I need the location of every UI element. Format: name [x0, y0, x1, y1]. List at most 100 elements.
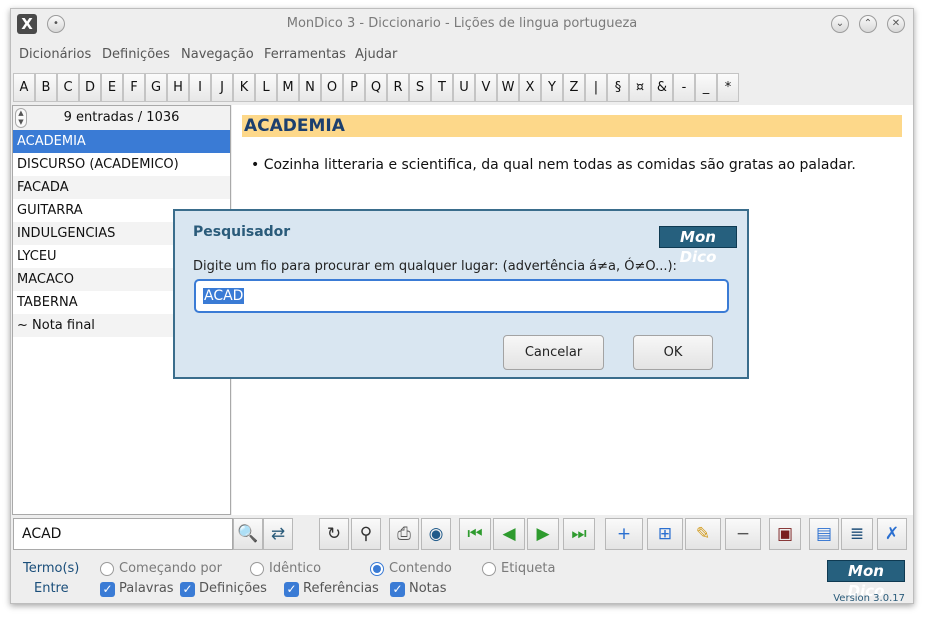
- letter-button[interactable]: Q: [365, 73, 387, 102]
- dictionary-button[interactable]: ▤: [809, 518, 839, 550]
- entry-count: 9 entradas / 1036: [63, 110, 180, 125]
- check-referencias[interactable]: ✓: [284, 582, 299, 597]
- letter-button[interactable]: *: [717, 73, 739, 102]
- edit-entry-button[interactable]: ⊞: [647, 518, 683, 550]
- books-icon: ≣: [849, 524, 865, 544]
- check-label: Palavras: [119, 581, 174, 596]
- radio-label: Começando por: [119, 561, 222, 576]
- close-button[interactable]: ✕: [887, 15, 905, 33]
- menu-bar: Dicionários Definições Navegação Ferrame…: [11, 45, 913, 67]
- letter-button[interactable]: Z: [563, 73, 585, 102]
- letter-button[interactable]: &: [651, 73, 673, 102]
- menu-navegacao[interactable]: Navegação: [181, 47, 254, 62]
- first-button[interactable]: ⏮: [459, 518, 491, 550]
- printer-icon: ⎙: [397, 524, 411, 544]
- add-button[interactable]: +: [605, 518, 643, 550]
- letter-button[interactable]: ¤: [629, 73, 651, 102]
- radio-label: Etiqueta: [501, 561, 556, 576]
- version-label: Version 3.0.17: [833, 593, 905, 604]
- globe-button[interactable]: ◉: [421, 518, 451, 550]
- remove-icon: −: [735, 524, 751, 544]
- ok-button[interactable]: OK: [633, 335, 713, 370]
- magnifier-button[interactable]: ⚲: [351, 518, 381, 550]
- letter-button[interactable]: N: [299, 73, 321, 102]
- reload-icon: ↻: [326, 524, 342, 544]
- check-label: Notas: [409, 581, 447, 596]
- menu-ajudar[interactable]: Ajudar: [355, 47, 397, 62]
- menu-definicoes[interactable]: Definições: [102, 47, 170, 62]
- letter-button[interactable]: P: [343, 73, 365, 102]
- radio-identico[interactable]: [250, 562, 264, 576]
- letter-button[interactable]: B: [35, 73, 57, 102]
- letter-button[interactable]: K: [233, 73, 255, 102]
- letter-button[interactable]: L: [255, 73, 277, 102]
- letter-button[interactable]: T: [431, 73, 453, 102]
- radio-comecando-por[interactable]: [100, 562, 114, 576]
- letter-button[interactable]: H: [167, 73, 189, 102]
- letter-button[interactable]: -: [673, 73, 695, 102]
- dialog-logo: Mon Dico: [659, 226, 737, 266]
- letter-button[interactable]: E: [101, 73, 123, 102]
- reload-button[interactable]: ↻: [319, 518, 349, 550]
- letter-button[interactable]: W: [497, 73, 519, 102]
- save-icon: ▣: [776, 524, 794, 544]
- list-item[interactable]: ACADEMIA: [13, 130, 230, 153]
- letter-button[interactable]: §: [607, 73, 629, 102]
- add-icon: +: [616, 524, 632, 544]
- letter-button[interactable]: S: [409, 73, 431, 102]
- letter-button[interactable]: I: [189, 73, 211, 102]
- pencil-button[interactable]: ✎: [685, 518, 721, 550]
- letter-button[interactable]: M: [277, 73, 299, 102]
- letter-button[interactable]: X: [519, 73, 541, 102]
- letter-button[interactable]: J: [211, 73, 233, 102]
- letter-button[interactable]: U: [453, 73, 475, 102]
- maximize-button[interactable]: ⌃: [859, 15, 877, 33]
- save-button[interactable]: ▣: [769, 518, 801, 550]
- letter-button[interactable]: R: [387, 73, 409, 102]
- search-text-button[interactable]: 🔍: [233, 518, 263, 550]
- letter-button[interactable]: C: [57, 73, 79, 102]
- list-item[interactable]: DISCURSO (ACADEMICO): [13, 153, 230, 176]
- books-button[interactable]: ≣: [841, 518, 873, 550]
- alphabet-bar: A B C D E F G H I J K L M N O P Q R S T U V W X Y Z | § ¤ & - _ *: [11, 73, 913, 103]
- mondico-logo: Mon Dico: [827, 560, 905, 600]
- cancel-button[interactable]: Cancelar: [503, 335, 604, 370]
- search-input[interactable]: ACAD: [13, 518, 233, 550]
- letter-button[interactable]: V: [475, 73, 497, 102]
- letter-button[interactable]: |: [585, 73, 607, 102]
- letter-button[interactable]: D: [79, 73, 101, 102]
- pencil-icon: ✎: [695, 524, 711, 544]
- previous-icon: ◀: [502, 524, 516, 544]
- letter-button[interactable]: Y: [541, 73, 563, 102]
- entry-definition: • Cozinha litteraria e scientifica, da q…: [251, 157, 856, 173]
- minimize-button[interactable]: ⌄: [831, 15, 849, 33]
- letter-button[interactable]: O: [321, 73, 343, 102]
- next-button[interactable]: ▶: [527, 518, 559, 550]
- dialog-title: Pesquisador: [193, 224, 291, 240]
- letter-button[interactable]: G: [145, 73, 167, 102]
- dialog-search-input[interactable]: ACAD: [194, 279, 729, 313]
- title-bar: X • MonDico 3 - Diccionario - Lições de …: [11, 9, 913, 39]
- menu-dicionarios[interactable]: Dicionários: [19, 47, 91, 62]
- printer-button[interactable]: ⎙: [389, 518, 419, 550]
- letter-button[interactable]: A: [13, 73, 35, 102]
- dialog-prompt: Digite um fio para procurar em qualquer …: [193, 259, 677, 274]
- letter-button[interactable]: F: [123, 73, 145, 102]
- radio-label: Idêntico: [269, 561, 322, 576]
- last-button[interactable]: ⏭: [563, 518, 595, 550]
- letter-button[interactable]: _: [695, 73, 717, 102]
- list-header: ▲ ▼ 9 entradas / 1036: [13, 106, 230, 130]
- tools-button[interactable]: ✗: [877, 518, 907, 550]
- magnifier-icon: ⚲: [359, 524, 373, 544]
- menu-ferramentas[interactable]: Ferramentas: [264, 47, 346, 62]
- radio-contendo[interactable]: [370, 562, 384, 576]
- search-dialog: Pesquisador Mon Dico Digite um fio para …: [173, 209, 749, 379]
- check-notas[interactable]: ✓: [390, 582, 405, 597]
- previous-button[interactable]: ◀: [493, 518, 525, 550]
- radio-etiqueta[interactable]: [482, 562, 496, 576]
- check-palavras[interactable]: ✓: [100, 582, 115, 597]
- refresh-button[interactable]: ⇄: [263, 518, 293, 550]
- list-item[interactable]: FACADA: [13, 176, 230, 199]
- remove-button[interactable]: −: [725, 518, 761, 550]
- check-definicoes[interactable]: ✓: [180, 582, 195, 597]
